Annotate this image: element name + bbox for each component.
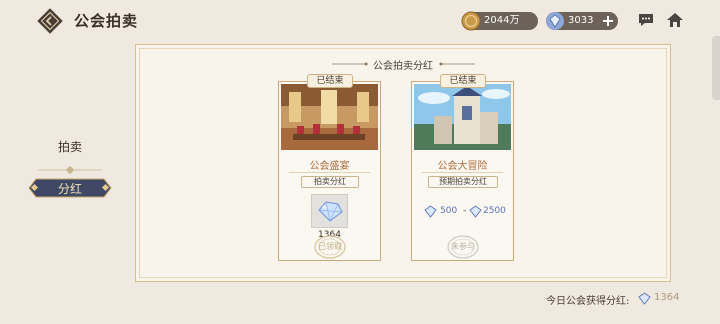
status-badge: 已结束 — [440, 74, 486, 88]
card-title: 公会盛宴 — [309, 161, 350, 172]
page-title: 公会拍卖 — [74, 12, 139, 30]
chat-icon[interactable] — [637, 11, 655, 29]
gem-amount: 3033 — [568, 15, 594, 26]
diamond-icon — [469, 205, 482, 218]
nav-divider — [38, 166, 102, 174]
expected-dividend-range: 500 - 2500 — [424, 205, 506, 219]
range-max: 2500 — [483, 206, 506, 216]
nav-item-dividend-label: 分红 — [57, 182, 82, 196]
daily-dividend-label: 今日公会获得分红: — [546, 296, 630, 307]
gold-counter: 2044万 — [461, 11, 538, 31]
card-subtitle: 拍卖分红 — [301, 176, 359, 188]
range-separator: - — [463, 206, 467, 216]
title-divider — [422, 172, 503, 173]
title-divider — [289, 172, 370, 173]
nav-item-dividend[interactable]: 分红 — [28, 178, 112, 198]
not-participated-stamp-text: 未参与 — [451, 242, 475, 251]
panel-inner-border — [139, 48, 667, 278]
top-bar: 公会拍卖 2044万 3033 — [0, 0, 720, 44]
diamond-icon — [424, 205, 437, 218]
title-ornament-right — [439, 62, 475, 66]
add-gems-icon[interactable] — [600, 13, 616, 29]
diamond-icon — [638, 292, 651, 305]
dividend-panel: 公会拍卖分红 已结束 公会盛宴 拍卖分红 1364 已领取 已结束 公会大冒险 … — [135, 44, 671, 282]
gold-amount: 2044万 — [484, 15, 520, 26]
daily-dividend-value: 1364 — [654, 292, 680, 303]
panel-title: 公会拍卖分红 — [373, 61, 433, 72]
claimed-stamp-text: 已领取 — [318, 242, 342, 251]
card-title: 公会大冒险 — [437, 161, 488, 172]
nav-item-auction[interactable]: 拍卖 — [28, 138, 112, 155]
status-badge: 已结束 — [307, 74, 353, 88]
card-subtitle: 预期拍卖分红 — [428, 176, 498, 188]
side-scroll-tab[interactable] — [712, 36, 720, 100]
reward-item-slot[interactable] — [311, 194, 348, 228]
back-button[interactable] — [36, 7, 64, 35]
guild-feast-artwork — [281, 84, 378, 150]
dividend-card-guild-feast[interactable]: 已结束 公会盛宴 拍卖分红 1364 已领取 — [278, 74, 381, 261]
dividend-card-guild-adventure[interactable]: 已结束 公会大冒险 预期拍卖分红 500 - 2500 未参与 — [411, 74, 514, 261]
range-min: 500 — [440, 206, 458, 216]
diamond-icon — [546, 12, 564, 30]
guild-adventure-artwork — [414, 84, 511, 150]
gold-coin-icon — [461, 11, 481, 31]
diamond-pile-icon — [318, 201, 343, 222]
home-icon[interactable] — [666, 11, 684, 29]
